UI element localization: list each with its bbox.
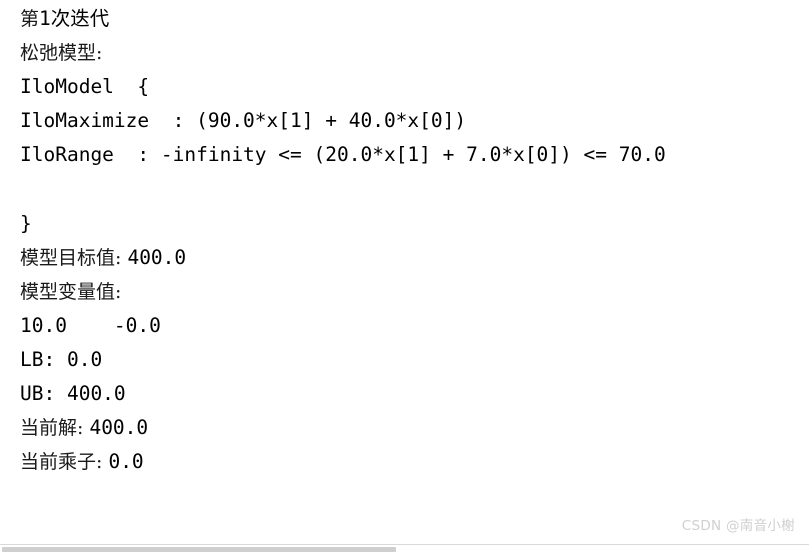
horizontal-scrollbar[interactable] [0,544,809,552]
console-line: } [20,211,32,235]
console-output-pane[interactable]: 第1次迭代松弛模型: IloModel { IloMaximize : (90.0*… [0,0,809,545]
horizontal-scrollbar-thumb[interactable] [2,547,396,552]
console-line: 当前乘子: 0.0 [20,445,809,479]
console-line: IloRange : -infinity <= (20.0*x[1] + 7.0… [20,143,666,167]
console-line-label: 当前解: [20,417,90,440]
console-line: 模型变量值: [20,280,122,303]
console-line: 10.0 -0.0 [20,313,161,337]
console-line: 当前解: 400.0 [20,411,809,445]
console-line-value: 1次迭代 [39,7,110,30]
console-line: LB: 0.0 [20,347,103,371]
console-line: UB: 400.0 [20,382,126,406]
csdn-watermark: CSDN @南音小榭 [681,518,795,534]
console-line-label: 当前乘子: [20,451,109,474]
console-line-value: 400.0 [127,245,187,269]
horizontal-scrollbar-track[interactable] [0,546,809,552]
console-line: IloModel { [20,75,150,99]
console-line: 模型目标值: 400.0 [20,241,809,275]
console-line-label: 第 [20,8,40,30]
console-line-value: 400.0 [89,416,149,440]
console-line: 松弛模型: [20,42,103,65]
console-line: IloMaximize : (90.0*x[1] + 40.0*x[0]) [20,109,467,133]
console-line-list: 第1次迭代松弛模型: IloModel { IloMaximize : (90.0*… [20,2,809,479]
console-line: 第1次迭代 [20,2,809,36]
console-line-label: 模型目标值: [20,246,128,269]
console-line-value: 0.0 [108,450,144,474]
